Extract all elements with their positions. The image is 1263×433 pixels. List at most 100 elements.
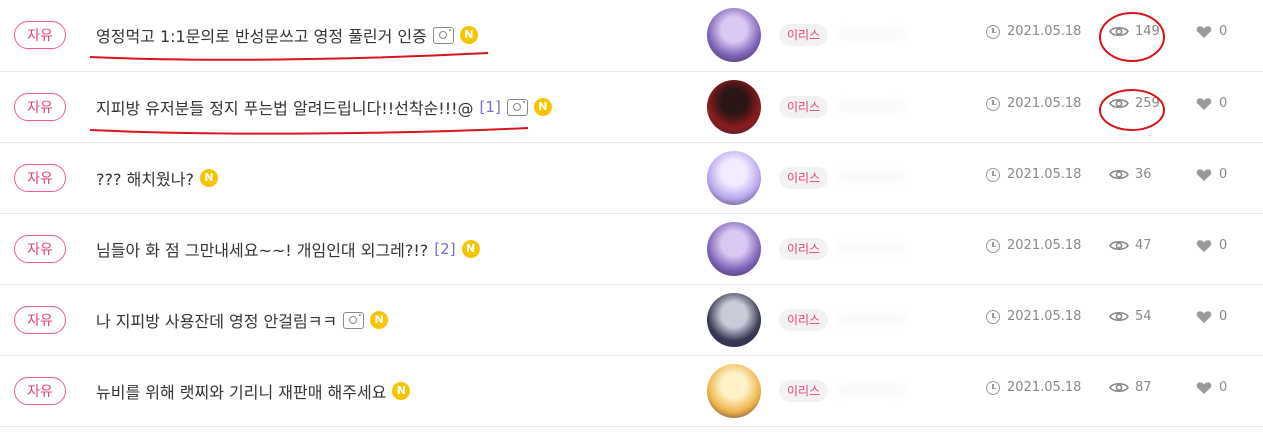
category-badge[interactable]: 자유 <box>14 235 66 263</box>
new-badge: N <box>199 169 218 187</box>
camera-icon <box>506 98 528 116</box>
post-title-link[interactable]: 영정먹고 1:1문의로 반성문쓰고 영정 풀린거 인증 N <box>96 22 478 48</box>
author-avatar[interactable] <box>707 222 761 276</box>
category-badge[interactable]: 자유 <box>14 93 66 121</box>
heart-icon[interactable] <box>1196 97 1212 111</box>
post-title-link[interactable]: 님들아 화 점 그만내세요~~! 개임인대 외그레?!? [2] N <box>96 236 480 262</box>
view-count: 87 <box>1109 380 1152 395</box>
author-name-redacted[interactable] <box>836 171 906 183</box>
date-text: 2021.05.18 <box>1007 309 1082 324</box>
post-title[interactable]: 뉴비를 위해 랫찌와 기리니 재판매 해주세요 <box>96 379 386 403</box>
post-date: 2021.05.18 <box>986 96 1081 111</box>
post-title[interactable]: 영정먹고 1:1문의로 반성문쓰고 영정 풀린거 인증 <box>96 23 427 47</box>
like-count[interactable]: 0 <box>1196 96 1227 111</box>
likes-text: 0 <box>1219 309 1228 324</box>
camera-icon <box>432 26 454 44</box>
eye-icon <box>1109 381 1129 394</box>
author-avatar[interactable] <box>707 80 761 134</box>
author-level-tag: 이리스 <box>779 380 829 402</box>
post-row[interactable]: 자유 나 지피방 사용잔데 영정 안걸림ㅋㅋ N 이리스 2021.05.18 54 0 <box>0 285 1263 356</box>
comment-count[interactable]: [2] <box>434 240 455 258</box>
post-list: 자유 영정먹고 1:1문의로 반성문쓰고 영정 풀린거 인증 N 이리스 2021.05… <box>0 0 1263 427</box>
post-row[interactable]: 자유 ??? 해치웠나? N 이리스 2021.05.18 36 0 <box>0 143 1263 214</box>
category-badge[interactable]: 자유 <box>14 21 66 49</box>
date-text: 2021.05.18 <box>1007 167 1082 182</box>
post-title-link[interactable]: ??? 해치웠나? N <box>96 165 218 191</box>
post-row[interactable]: 자유 영정먹고 1:1문의로 반성문쓰고 영정 풀린거 인증 N 이리스 2021.05… <box>0 0 1263 72</box>
author-name-redacted[interactable] <box>836 242 906 254</box>
heart-icon[interactable] <box>1196 310 1212 324</box>
author-avatar[interactable] <box>707 151 761 205</box>
eye-icon <box>1109 239 1129 252</box>
views-text: 54 <box>1135 309 1152 324</box>
post-row[interactable]: 자유 뉴비를 위해 랫찌와 기리니 재판매 해주세요 N 이리스 2021.05.18 8… <box>0 356 1263 427</box>
author-name-redacted[interactable] <box>836 384 906 396</box>
post-row[interactable]: 자유 지피방 유저분들 정지 푸는법 알려드립니다!!선착순!!!@ [1] N 이리스… <box>0 72 1263 143</box>
views-text: 47 <box>1135 238 1152 253</box>
clock-icon <box>986 167 1000 182</box>
post-date: 2021.05.18 <box>986 167 1081 182</box>
new-badge: N <box>392 382 411 400</box>
category-badge[interactable]: 자유 <box>14 306 66 334</box>
heart-icon[interactable] <box>1196 168 1212 182</box>
date-text: 2021.05.18 <box>1007 380 1082 395</box>
view-count: 149 <box>1109 24 1160 39</box>
heart-icon[interactable] <box>1196 239 1212 253</box>
post-date: 2021.05.18 <box>986 380 1081 395</box>
clock-icon <box>986 96 1000 111</box>
date-text: 2021.05.18 <box>1007 238 1082 253</box>
post-date: 2021.05.18 <box>986 309 1081 324</box>
post-title[interactable]: 나 지피방 사용잔데 영정 안걸림ㅋㅋ <box>96 308 337 332</box>
comment-count[interactable]: [1] <box>480 98 501 116</box>
views-text: 149 <box>1135 24 1160 39</box>
eye-icon <box>1109 97 1129 110</box>
author-level-tag: 이리스 <box>779 96 829 118</box>
post-title[interactable]: 님들아 화 점 그만내세요~~! 개임인대 외그레?!? <box>96 237 428 261</box>
eye-icon <box>1109 168 1129 181</box>
author-level-tag: 이리스 <box>779 238 829 260</box>
author-avatar[interactable] <box>707 364 761 418</box>
like-count[interactable]: 0 <box>1196 380 1227 395</box>
like-count[interactable]: 0 <box>1196 24 1227 39</box>
author-level-tag: 이리스 <box>779 167 829 189</box>
views-text: 259 <box>1135 96 1160 111</box>
like-count[interactable]: 0 <box>1196 238 1227 253</box>
author-name-redacted[interactable] <box>836 28 906 40</box>
heart-icon[interactable] <box>1196 25 1212 39</box>
category-badge[interactable]: 자유 <box>14 164 66 192</box>
author-level-tag: 이리스 <box>779 309 829 331</box>
post-title-link[interactable]: 지피방 유저분들 정지 푸는법 알려드립니다!!선착순!!!@ [1] N <box>96 94 552 120</box>
date-text: 2021.05.18 <box>1007 96 1082 111</box>
views-text: 36 <box>1135 167 1152 182</box>
heart-icon[interactable] <box>1196 381 1212 395</box>
like-count[interactable]: 0 <box>1196 309 1227 324</box>
eye-icon <box>1109 310 1129 323</box>
views-text: 87 <box>1135 380 1152 395</box>
new-badge: N <box>461 240 480 258</box>
clock-icon <box>986 309 1000 324</box>
post-title[interactable]: 지피방 유저분들 정지 푸는법 알려드립니다!!선착순!!!@ <box>96 95 474 119</box>
post-title-link[interactable]: 뉴비를 위해 랫찌와 기리니 재판매 해주세요 N <box>96 378 411 404</box>
category-badge[interactable]: 자유 <box>14 377 66 405</box>
new-badge: N <box>459 26 478 44</box>
likes-text: 0 <box>1219 380 1228 395</box>
view-count: 259 <box>1109 96 1160 111</box>
clock-icon <box>986 238 1000 253</box>
eye-icon <box>1109 25 1129 38</box>
author-avatar[interactable] <box>707 293 761 347</box>
date-text: 2021.05.18 <box>1007 24 1082 39</box>
post-title[interactable]: ??? 해치웠나? <box>96 166 194 190</box>
likes-text: 0 <box>1219 96 1228 111</box>
clock-icon <box>986 24 1000 39</box>
post-row[interactable]: 자유 님들아 화 점 그만내세요~~! 개임인대 외그레?!? [2] N 이리스 202… <box>0 214 1263 285</box>
likes-text: 0 <box>1219 238 1228 253</box>
post-title-link[interactable]: 나 지피방 사용잔데 영정 안걸림ㅋㅋ N <box>96 307 389 333</box>
post-date: 2021.05.18 <box>986 238 1081 253</box>
author-name-redacted[interactable] <box>836 313 906 325</box>
like-count[interactable]: 0 <box>1196 167 1227 182</box>
likes-text: 0 <box>1219 24 1228 39</box>
camera-icon <box>343 311 365 329</box>
author-avatar[interactable] <box>707 8 761 62</box>
author-name-redacted[interactable] <box>836 100 906 112</box>
new-badge: N <box>370 311 389 329</box>
